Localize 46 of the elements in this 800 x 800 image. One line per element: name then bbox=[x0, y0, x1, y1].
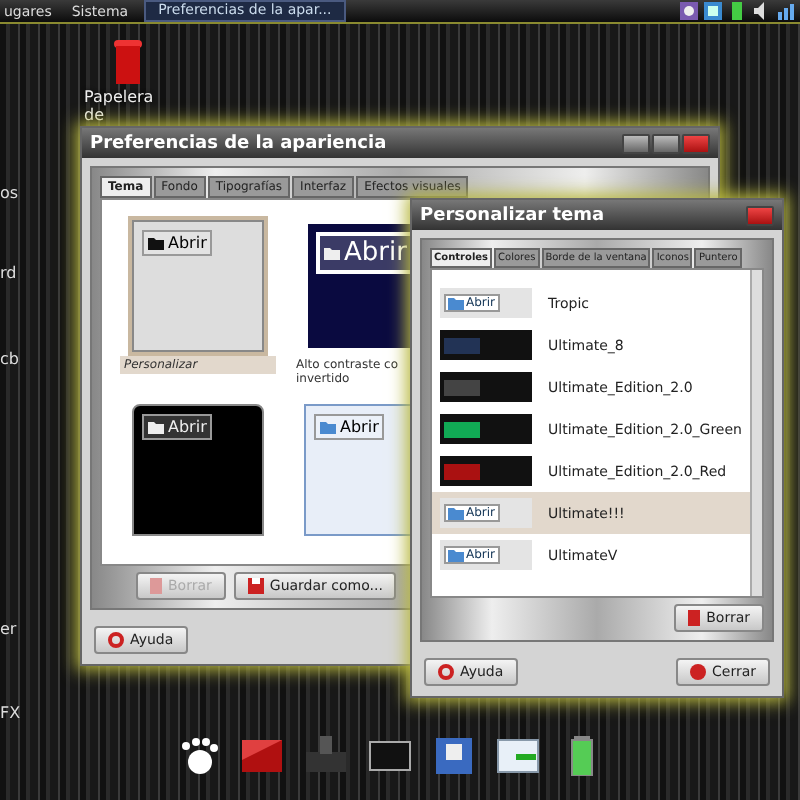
window-title: Personalizar tema bbox=[420, 205, 605, 225]
folder-icon bbox=[448, 296, 464, 310]
desktop-icon-label[interactable]: cb bbox=[0, 350, 19, 368]
desktop-icon-label[interactable]: er bbox=[0, 620, 17, 638]
folder-icon bbox=[324, 246, 340, 260]
minimize-button[interactable] bbox=[622, 133, 650, 153]
battery-icon[interactable] bbox=[728, 2, 746, 20]
folder-icon bbox=[148, 236, 164, 250]
preview-button-icon bbox=[444, 337, 480, 353]
desktop-icon-label[interactable]: Papelera de bbox=[84, 88, 172, 124]
scrollbar[interactable] bbox=[749, 270, 762, 596]
preview-button: Abrir bbox=[142, 230, 213, 256]
folder-icon bbox=[448, 548, 464, 562]
trash-icon[interactable] bbox=[114, 40, 142, 84]
folder-icon bbox=[448, 506, 464, 520]
network-icon[interactable] bbox=[776, 2, 794, 20]
maximize-button[interactable] bbox=[652, 133, 680, 153]
preview-button-icon bbox=[444, 463, 480, 479]
speaker-icon[interactable] bbox=[752, 2, 770, 20]
folder-icon bbox=[148, 420, 164, 434]
footprint-icon[interactable] bbox=[176, 736, 220, 776]
close-icon bbox=[690, 664, 706, 680]
lifebuoy-icon bbox=[108, 632, 124, 648]
window-icon[interactable] bbox=[496, 736, 540, 776]
monitor-icon[interactable] bbox=[368, 736, 412, 776]
window-title: Preferencias de la apariencia bbox=[90, 133, 387, 153]
theme-preview[interactable]: Abrir bbox=[132, 404, 264, 536]
preview-button: Abrir bbox=[142, 414, 213, 440]
lifebuoy-icon bbox=[438, 664, 454, 680]
desktop-icon-label[interactable]: os bbox=[0, 184, 19, 202]
app-tile-icon[interactable] bbox=[240, 736, 284, 776]
trash-icon bbox=[688, 610, 701, 626]
close-button[interactable] bbox=[746, 205, 774, 225]
floppy-icon bbox=[247, 578, 264, 594]
trash-icon bbox=[150, 578, 162, 594]
preview-button-icon bbox=[444, 379, 480, 395]
close-button[interactable] bbox=[682, 133, 710, 153]
document-icon[interactable] bbox=[432, 736, 476, 776]
preview-button-icon bbox=[444, 421, 480, 437]
folder-icon bbox=[320, 420, 336, 434]
preview-button: Abrir bbox=[316, 232, 415, 274]
preview-button: Abrir bbox=[314, 414, 385, 440]
desktop-icon-label[interactable]: rd bbox=[0, 264, 17, 282]
theme-preview[interactable]: Abrir bbox=[132, 220, 264, 352]
desktop-icon-label[interactable]: FX bbox=[0, 704, 21, 722]
gear-icon[interactable] bbox=[680, 2, 698, 20]
